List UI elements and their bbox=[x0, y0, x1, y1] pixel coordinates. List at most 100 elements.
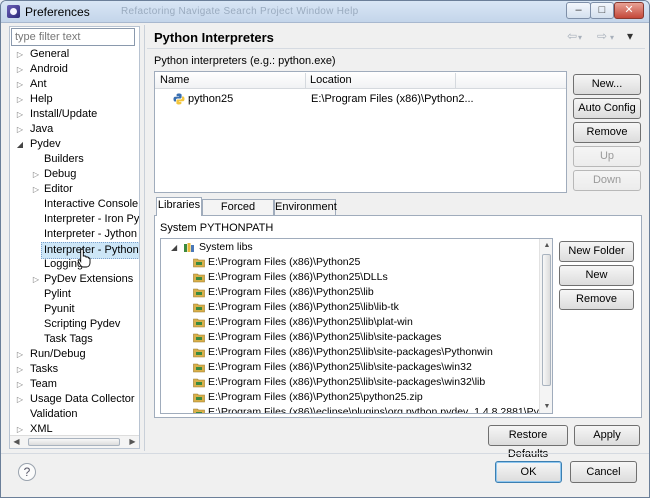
preferences-window: Preferences Refactoring Navigate Search … bbox=[0, 0, 650, 498]
folder-icon bbox=[193, 273, 205, 283]
folder-icon bbox=[193, 333, 205, 343]
hand-cursor-icon bbox=[77, 248, 91, 268]
apply-button[interactable]: Apply bbox=[574, 425, 640, 446]
tab-environment[interactable]: Environment bbox=[274, 199, 337, 216]
tree-item-label: Interactive Console bbox=[44, 198, 139, 210]
path-item-label: E:\Program Files (x86)\Python25\lib\plat… bbox=[208, 316, 413, 328]
tree-item-label: Task Tags bbox=[44, 333, 93, 345]
tree-item-label: Java bbox=[30, 123, 54, 135]
tree-item-label: Install/Update bbox=[30, 108, 98, 120]
up-button[interactable]: Up bbox=[573, 146, 641, 167]
table-header: Name Location bbox=[155, 72, 566, 89]
scroll-thumb[interactable] bbox=[28, 438, 120, 446]
expand-icon[interactable]: ▷ bbox=[15, 347, 25, 362]
folder-icon bbox=[193, 378, 205, 388]
scroll-down-icon[interactable]: ▼ bbox=[540, 400, 552, 413]
remove-interpreter-button[interactable]: Remove bbox=[573, 122, 641, 143]
preference-tree: ▷ General ▷ Android ▷ Ant ▷ Help ▷ Insta… bbox=[10, 47, 139, 435]
help-icon[interactable]: ? bbox=[18, 463, 36, 481]
folder-icon bbox=[193, 318, 205, 328]
view-menu-icon[interactable]: ▾ bbox=[627, 29, 633, 43]
path-item-label: E:\Program Files (x86)\Python25\python25… bbox=[208, 391, 423, 403]
pythonpath-vertical-scrollbar[interactable]: ▲ ▼ bbox=[539, 239, 552, 413]
expand-icon[interactable]: ▷ bbox=[15, 77, 25, 92]
scroll-thumb[interactable] bbox=[542, 254, 551, 386]
tree-item-label: General bbox=[30, 48, 70, 60]
expand-icon[interactable]: ▷ bbox=[31, 182, 41, 197]
expand-icon[interactable]: ▷ bbox=[15, 377, 25, 392]
column-header-location[interactable]: Location bbox=[310, 74, 352, 86]
tree-item-label: Android bbox=[30, 63, 68, 75]
collapse-icon[interactable]: ◢ bbox=[15, 137, 25, 152]
down-button[interactable]: Down bbox=[573, 170, 641, 191]
folder-icon bbox=[193, 258, 205, 268]
python-icon bbox=[173, 93, 185, 105]
expand-icon[interactable]: ▷ bbox=[15, 392, 25, 407]
tree-horizontal-scrollbar[interactable]: ◀ ▶ bbox=[10, 435, 139, 448]
scroll-right-icon[interactable]: ▶ bbox=[126, 436, 139, 448]
expand-icon[interactable]: ▷ bbox=[15, 422, 25, 435]
new-folder-button[interactable]: New Folder bbox=[559, 241, 634, 262]
footer-divider bbox=[1, 453, 649, 454]
close-button[interactable]: ✕ bbox=[614, 2, 644, 19]
collapse-icon[interactable]: ◢ bbox=[171, 240, 177, 255]
restore-defaults-button[interactable]: Restore Defaults bbox=[488, 425, 568, 460]
expand-icon[interactable]: ▷ bbox=[15, 122, 25, 137]
auto-config-button[interactable]: Auto Config bbox=[573, 98, 641, 119]
path-item-label: E:\Program Files (x86)\Python25\lib\site… bbox=[208, 361, 472, 373]
remove-path-button[interactable]: Remove bbox=[559, 289, 634, 310]
expand-icon[interactable]: ▷ bbox=[15, 107, 25, 122]
tab-forced-builtins[interactable]: Forced Builtins bbox=[202, 199, 274, 228]
tree-item-label: Help bbox=[30, 93, 53, 105]
minimize-button[interactable]: – bbox=[566, 2, 591, 19]
new-egg-zip-button[interactable]: New Egg/Zip(s) bbox=[559, 265, 634, 300]
interpreter-location: E:\Program Files (x86)\Python2... bbox=[311, 93, 474, 105]
interpreters-label: Python interpreters (e.g.: python.exe) bbox=[154, 55, 336, 67]
expand-icon[interactable]: ▷ bbox=[31, 272, 41, 287]
window-title: Preferences bbox=[25, 5, 90, 19]
column-divider[interactable] bbox=[305, 73, 306, 88]
scroll-left-icon[interactable]: ◀ bbox=[10, 436, 23, 448]
path-item-label: E:\Program Files (x86)\Python25 bbox=[208, 256, 361, 268]
expand-icon[interactable]: ▷ bbox=[15, 92, 25, 107]
pythonpath-tree: ◢ System libs E:\Program Files (x86)\Pyt… bbox=[160, 238, 553, 414]
forward-dropdown-icon[interactable]: ▾ bbox=[610, 33, 614, 42]
panel-divider[interactable] bbox=[144, 25, 145, 451]
eclipse-icon bbox=[7, 5, 20, 18]
title-bar[interactable]: Preferences Refactoring Navigate Search … bbox=[1, 1, 649, 23]
system-pythonpath-label: System PYTHONPATH bbox=[160, 222, 274, 234]
new-interpreter-button[interactable]: New... bbox=[573, 74, 641, 95]
path-item-label: E:\Program Files (x86)\Python25\lib\lib-… bbox=[208, 301, 399, 313]
tree-item-label: Interpreter - Iron Python bbox=[44, 213, 139, 225]
expand-icon[interactable]: ▷ bbox=[15, 362, 25, 377]
folder-icon bbox=[193, 363, 205, 373]
tree-item-label: Pydev bbox=[30, 138, 61, 150]
folder-icon bbox=[193, 348, 205, 358]
folder-icon bbox=[193, 288, 205, 298]
back-arrow-icon[interactable]: ⇦ bbox=[567, 29, 577, 43]
back-dropdown-icon[interactable]: ▾ bbox=[578, 33, 582, 42]
expand-icon[interactable]: ▷ bbox=[15, 62, 25, 77]
column-divider[interactable] bbox=[455, 73, 456, 88]
forward-arrow-icon[interactable]: ⇨ bbox=[597, 29, 607, 43]
tree-item-label: PyDev Extensions bbox=[44, 273, 134, 285]
library-icon bbox=[184, 243, 194, 252]
maximize-button[interactable]: □ bbox=[590, 2, 614, 19]
tab-libraries[interactable]: Libraries bbox=[156, 197, 202, 216]
expand-icon[interactable]: ▷ bbox=[15, 47, 25, 62]
path-item-label: E:\Program Files (x86)\Python25\DLLs bbox=[208, 271, 388, 283]
column-header-name[interactable]: Name bbox=[160, 74, 189, 86]
folder-icon bbox=[193, 408, 205, 413]
tree-item-label: Pyunit bbox=[44, 303, 75, 315]
folder-icon bbox=[193, 393, 205, 403]
tree-item-label: Scripting Pydev bbox=[44, 318, 121, 330]
table-row[interactable]: python25 E:\Program Files (x86)\Python2.… bbox=[155, 91, 566, 108]
path-item-label: E:\Program Files (x86)\Python25\lib bbox=[208, 286, 374, 298]
ok-button[interactable]: OK bbox=[495, 461, 562, 483]
filter-input[interactable] bbox=[11, 28, 135, 46]
scroll-up-icon[interactable]: ▲ bbox=[540, 239, 552, 252]
tree-item-label: Tasks bbox=[30, 363, 59, 375]
cancel-button[interactable]: Cancel bbox=[570, 461, 637, 483]
tree-item-label: Ant bbox=[30, 78, 47, 90]
expand-icon[interactable]: ▷ bbox=[31, 167, 41, 182]
